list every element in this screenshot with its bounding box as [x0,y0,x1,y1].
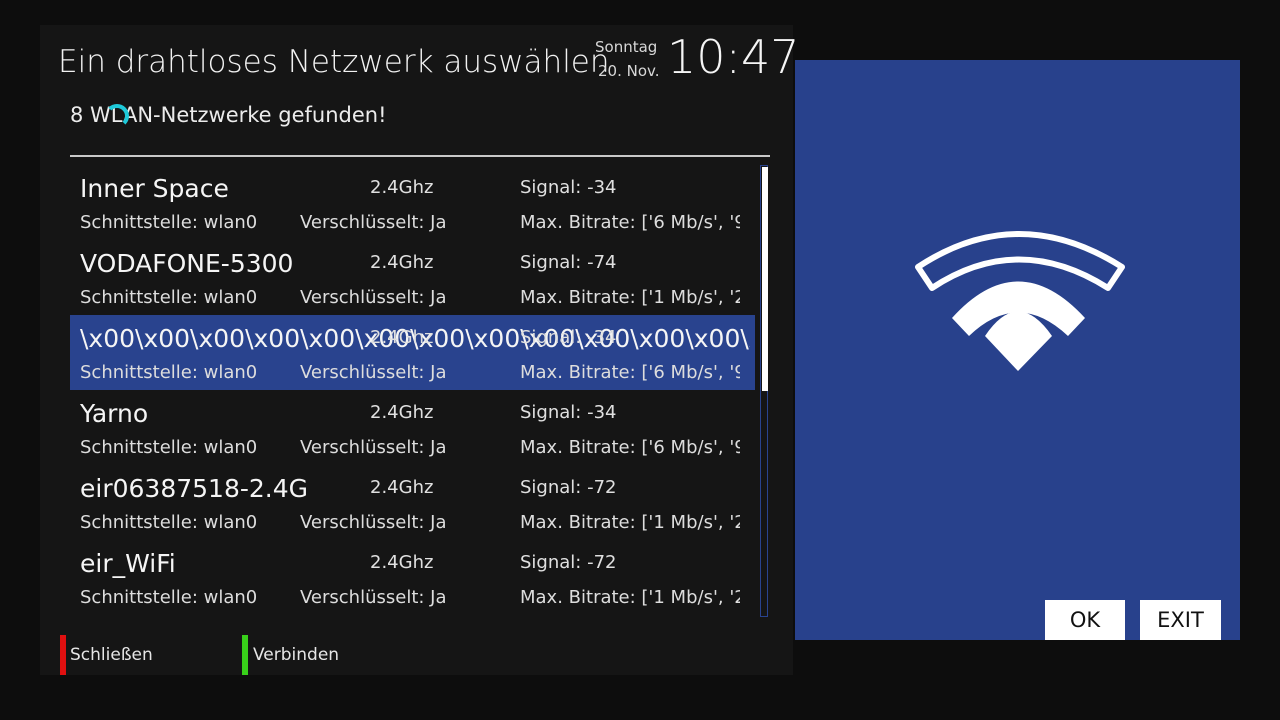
network-signal: Signal: -74 [520,252,617,273]
ok-button[interactable]: OK [1045,600,1125,640]
network-interface: Schnittstelle: wlan0 [80,362,258,383]
network-preview-panel: OK EXIT [795,60,1240,640]
network-signal: Signal: -34 [520,327,617,348]
green-key-indicator [242,635,248,675]
network-max-bitrate: Max. Bitrate: ['1 Mb/s', '2 Mb/s' [520,587,740,608]
network-frequency: 2.4Ghz [370,402,434,423]
connect-key-label[interactable]: Verbinden [253,645,339,665]
network-encryption: Verschlüsselt: Ja [300,437,447,458]
network-max-bitrate: Max. Bitrate: ['6 Mb/s', '9 Mb/s' [520,362,740,383]
network-interface: Schnittstelle: wlan0 [80,512,258,533]
network-ssid: eir06387518-2.4G [80,474,309,503]
network-list[interactable]: Inner Space 2.4Ghz Signal: -34 Schnittstell… [70,165,755,615]
network-frequency: 2.4Ghz [370,252,434,273]
network-interface: Schnittstelle: wlan0 [80,287,258,308]
network-row[interactable]: eir06387518-2.4G 2.4Ghz Signal: -72 Schnitt… [70,465,755,540]
network-signal: Signal: -34 [520,402,617,423]
network-signal: Signal: -72 [520,477,617,498]
network-encryption: Verschlüsselt: Ja [300,587,447,608]
network-frequency: 2.4Ghz [370,177,434,198]
network-signal: Signal: -34 [520,177,617,198]
network-max-bitrate: Max. Bitrate: ['1 Mb/s', '2 Mb/s' [520,287,740,308]
network-row[interactable]: VODAFONE-5300 2.4Ghz Signal: -74 Schnittste… [70,240,755,315]
network-frequency: 2.4Ghz [370,552,434,573]
network-row[interactable]: Inner Space 2.4Ghz Signal: -34 Schnittstell… [70,165,755,240]
loading-spinner-icon [105,104,129,128]
network-ssid: Inner Space [80,174,229,203]
exit-button[interactable]: EXIT [1140,600,1221,640]
network-interface: Schnittstelle: wlan0 [80,587,258,608]
scrollbar-thumb[interactable] [762,167,768,391]
clock-time: 10:47 [667,30,800,84]
network-encryption: Verschlüsselt: Ja [300,212,447,233]
page-title: Ein drahtloses Netzwerk auswählen [58,44,610,80]
clock-day: Sonntag [595,38,658,56]
network-row[interactable]: eir_WiFi 2.4Ghz Signal: -72 Schnittstelle: … [70,540,755,615]
close-key-label[interactable]: Schließen [70,645,153,665]
network-ssid: VODAFONE-5300 [80,249,294,278]
network-max-bitrate: Max. Bitrate: ['6 Mb/s', '9 Mb/s' [520,437,740,458]
header-divider [70,155,770,157]
red-key-indicator [60,635,66,675]
network-row-selected[interactable]: \x00\x00\x00\x00\x00\x00\x00\x00\x00\x00… [70,315,755,390]
network-interface: Schnittstelle: wlan0 [80,437,258,458]
network-max-bitrate: Max. Bitrate: ['6 Mb/s', '9 Mb/s' [520,212,740,233]
network-encryption: Verschlüsselt: Ja [300,287,447,308]
clock-date: 20. Nov. [598,62,660,80]
network-signal: Signal: -72 [520,552,617,573]
network-ssid: Yarno [80,399,149,428]
network-row[interactable]: Yarno 2.4Ghz Signal: -34 Schnittstelle: wla… [70,390,755,465]
network-frequency: 2.4Ghz [370,327,434,348]
network-encryption: Verschlüsselt: Ja [300,362,447,383]
network-encryption: Verschlüsselt: Ja [300,512,447,533]
network-frequency: 2.4Ghz [370,477,434,498]
network-interface: Schnittstelle: wlan0 [80,212,258,233]
network-max-bitrate: Max. Bitrate: ['1 Mb/s', '2 Mb/s' [520,512,740,533]
wifi-icon [915,231,1125,371]
network-ssid: eir_WiFi [80,549,176,578]
